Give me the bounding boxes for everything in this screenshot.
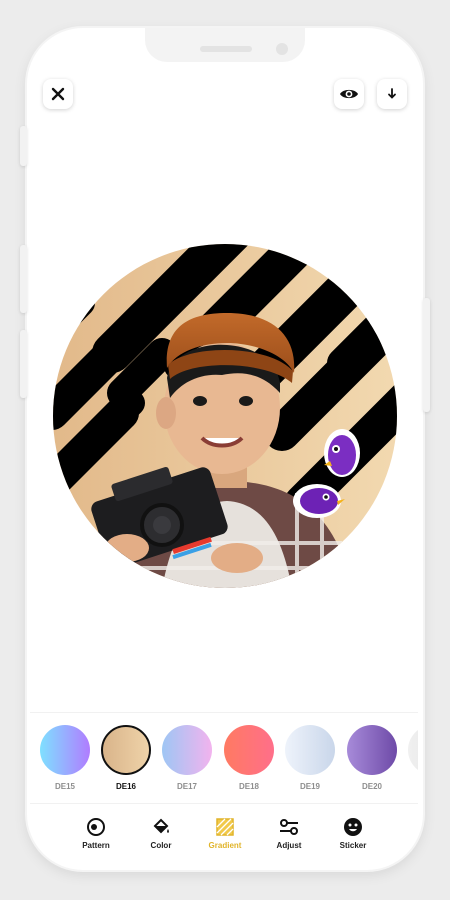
close-icon <box>51 87 65 101</box>
close-button[interactable] <box>43 79 73 109</box>
pattern-icon <box>66 816 126 838</box>
swatch-circle <box>40 725 90 775</box>
tool-label: Pattern <box>82 841 110 850</box>
bird-sticker <box>324 429 360 477</box>
swatch-circle <box>408 725 418 775</box>
swatch-circle <box>224 725 274 775</box>
swatch-de20[interactable]: DE20 <box>341 725 403 791</box>
tool-label: Color <box>150 841 172 850</box>
phone-side-button <box>20 245 27 313</box>
swatch-de17[interactable]: DE17 <box>156 725 218 791</box>
swatch-de15[interactable]: DE15 <box>34 725 96 791</box>
swatch-label: DE15 <box>54 782 75 791</box>
eye-icon <box>340 89 358 99</box>
tool-gradient[interactable]: Gradient <box>195 816 255 850</box>
gradient-icon <box>195 816 255 838</box>
swatch-label: DE18 <box>238 782 259 791</box>
swatch-circle <box>101 725 151 775</box>
download-icon <box>388 88 396 99</box>
tool-label: Adjust <box>276 841 302 850</box>
phone-side-button <box>423 298 430 412</box>
phone-side-button <box>20 330 27 398</box>
profile-portrait <box>53 244 397 588</box>
sliders-icon <box>259 816 319 838</box>
swatch-de19[interactable]: DE19 <box>279 725 341 791</box>
phone-side-button <box>20 126 27 166</box>
smiley-icon <box>323 816 383 838</box>
swatch-label: DE17 <box>176 782 197 791</box>
gradient-swatch-list: DE15 DE16 DE17 DE18 DE19 DE20 <box>30 712 418 804</box>
swatch-circle <box>285 725 335 775</box>
swatch-partial[interactable] <box>402 725 418 782</box>
swatch-circle <box>347 725 397 775</box>
tool-label: Gradient <box>208 841 242 850</box>
swatch-label: DE19 <box>299 782 320 791</box>
swatch-de16[interactable]: DE16 <box>95 725 157 791</box>
paint-bucket-icon <box>131 816 191 838</box>
tool-color[interactable]: Color <box>131 816 191 850</box>
swatch-de18[interactable]: DE18 <box>218 725 280 791</box>
download-button[interactable] <box>377 79 407 109</box>
tool-adjust[interactable]: Adjust <box>259 816 319 850</box>
preview-button[interactable] <box>334 79 364 109</box>
swatch-label: DE16 <box>115 782 136 791</box>
tool-sticker[interactable]: Sticker <box>323 816 383 850</box>
bottom-toolbar: Pattern Color Gradient Adjust Sticker <box>30 806 418 856</box>
swatch-circle <box>162 725 212 775</box>
phone-camera <box>276 43 288 55</box>
swatch-label: DE20 <box>361 782 382 791</box>
tool-pattern[interactable]: Pattern <box>66 816 126 850</box>
tool-label: Sticker <box>339 841 367 850</box>
phone-speaker <box>200 46 252 52</box>
